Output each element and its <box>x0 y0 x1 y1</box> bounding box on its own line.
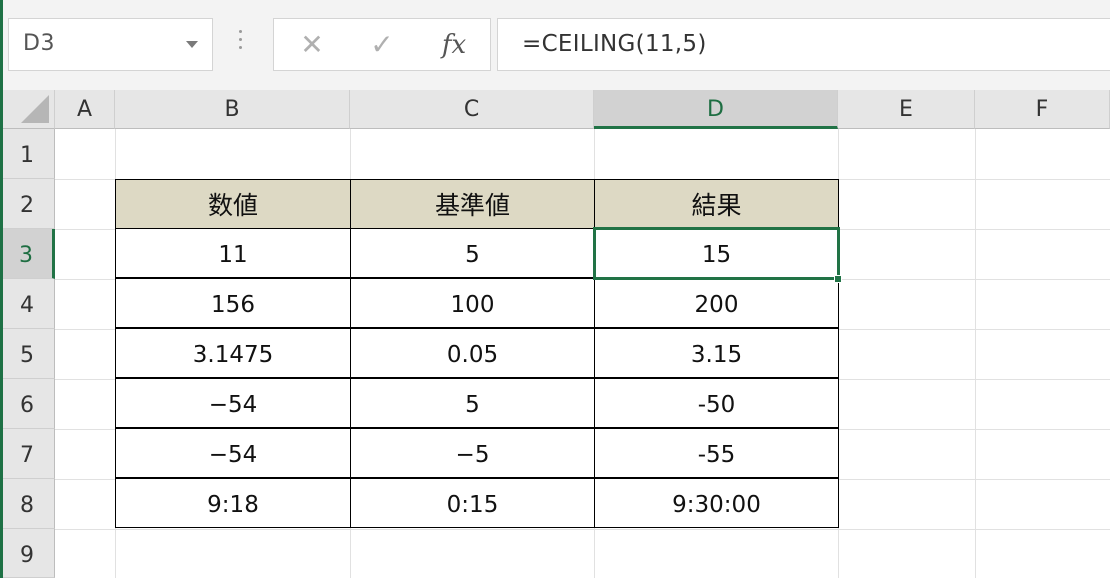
cell-b5[interactable]: 3.1475 <box>115 328 351 378</box>
column-header-a[interactable]: A <box>55 90 115 129</box>
formula-text: =CEILING(11,5) <box>522 31 707 57</box>
column-header-b[interactable]: B <box>115 90 350 129</box>
select-all-button[interactable] <box>0 90 55 129</box>
name-box[interactable]: D3 <box>8 18 213 71</box>
cell-c8[interactable]: 0:15 <box>350 478 595 528</box>
gridline <box>975 129 976 578</box>
cell-b6[interactable]: −54 <box>115 378 351 428</box>
name-box-value: D3 <box>23 31 55 56</box>
row-header-5[interactable]: 5 <box>0 329 55 379</box>
column-header-f[interactable]: F <box>975 90 1110 129</box>
cell-d2[interactable]: 結果 <box>594 179 839 229</box>
row-header-2[interactable]: 2 <box>0 179 55 229</box>
row-header-9[interactable]: 9 <box>0 529 55 578</box>
cell-c2[interactable]: 基準値 <box>350 179 595 229</box>
cell-b7[interactable]: −54 <box>115 428 351 478</box>
cell-c6[interactable]: 5 <box>350 378 595 428</box>
spreadsheet-grid: A B C D E F 1 2 3 4 5 6 7 8 9 数値 基準値 結果 … <box>0 90 1110 578</box>
column-header-c[interactable]: C <box>350 90 594 129</box>
formula-input[interactable]: =CEILING(11,5) <box>497 18 1110 71</box>
cell-b2[interactable]: 数値 <box>115 179 351 229</box>
row-header-8[interactable]: 8 <box>0 479 55 529</box>
formula-bar-area: D3 ✕ ✓ fx =CEILING(11,5) <box>0 0 1110 90</box>
row-header-7[interactable]: 7 <box>0 429 55 479</box>
cancel-icon[interactable]: ✕ <box>292 27 332 63</box>
cell-d4[interactable]: 200 <box>594 278 839 328</box>
fill-handle[interactable] <box>834 275 842 283</box>
column-header-e[interactable]: E <box>838 90 975 129</box>
window-edge-accent <box>0 0 3 578</box>
row-header-3[interactable]: 3 <box>0 229 55 279</box>
enter-icon[interactable]: ✓ <box>362 27 402 63</box>
cell-c7[interactable]: −5 <box>350 428 595 478</box>
row-header-4[interactable]: 4 <box>0 279 55 329</box>
cell-d7[interactable]: -55 <box>594 428 839 478</box>
cell-c4[interactable]: 100 <box>350 278 595 328</box>
cell-c5[interactable]: 0.05 <box>350 328 595 378</box>
gridline <box>55 529 1110 530</box>
drag-handle-icon[interactable] <box>238 30 244 60</box>
cell-c3[interactable]: 5 <box>350 228 595 278</box>
row-header-6[interactable]: 6 <box>0 379 55 429</box>
row-header-1[interactable]: 1 <box>0 129 55 179</box>
formula-buttons: ✕ ✓ fx <box>273 18 491 71</box>
column-header-d[interactable]: D <box>594 90 838 129</box>
cell-b8[interactable]: 9:18 <box>115 478 351 528</box>
cell-d6[interactable]: -50 <box>594 378 839 428</box>
cell-d5[interactable]: 3.15 <box>594 328 839 378</box>
cell-d3[interactable]: 15 <box>594 228 839 278</box>
cell-b4[interactable]: 156 <box>115 278 351 328</box>
chevron-down-icon[interactable] <box>186 41 198 48</box>
cell-d8[interactable]: 9:30:00 <box>594 478 839 528</box>
cell-b3[interactable]: 11 <box>115 228 351 278</box>
insert-function-icon[interactable]: fx <box>434 27 474 63</box>
